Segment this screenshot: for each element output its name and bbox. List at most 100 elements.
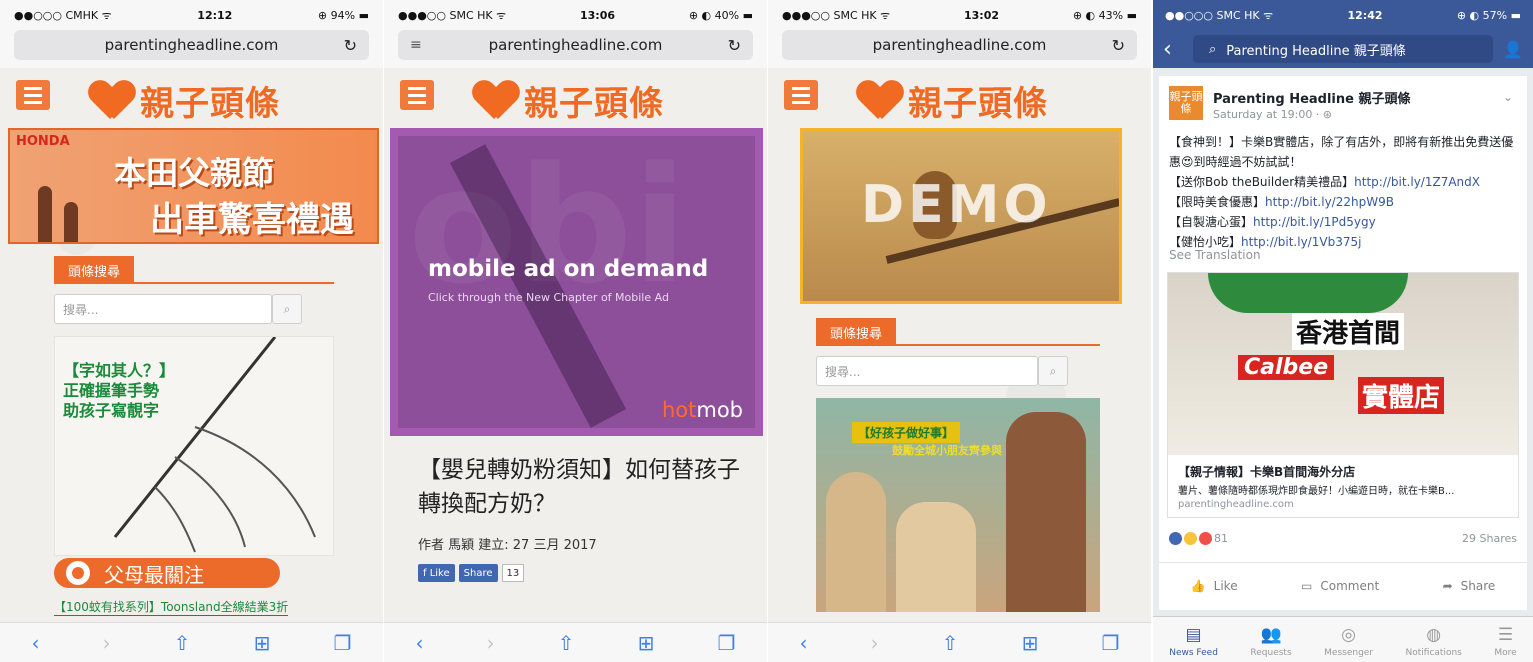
search-button[interactable]: ⌕ — [272, 294, 302, 324]
tab-messenger[interactable]: ◎ Messenger — [1324, 625, 1373, 658]
back-arrow-icon[interactable]: ‹ — [1163, 37, 1183, 62]
reload-icon[interactable]: ↻ — [1112, 36, 1125, 55]
carrier-text: ●●●○○ SMC HK ᯤ — [782, 8, 891, 22]
post-link-row: 【自製溏心蛋】http://bit.ly/1Pd5ygy — [1169, 215, 1376, 229]
thumbnail-caption-3: 助孩子寫靚字 — [63, 401, 160, 420]
search-text: Parenting Headline 親子頭條 — [1226, 43, 1406, 59]
facebook-search-field[interactable]: ⌕ Parenting Headline 親子頭條 — [1193, 35, 1494, 63]
comment-action[interactable]: ▭ Comment — [1301, 579, 1379, 593]
facebook-post: 親子頭條 Parenting Headline 親子頭條 Saturday at… — [1159, 76, 1527, 610]
menu-button[interactable] — [16, 80, 50, 110]
status-bar: ●●●○○ SMC HK ᯤ 13:02 ⊕ ◐ 43% ▬ — [768, 0, 1151, 30]
link-description: 薯片、薯條隨時都係現炸即食最好！小編遊日時，就在卡樂B... — [1178, 486, 1455, 497]
heart-icon — [474, 81, 518, 121]
search-input[interactable]: 搜尋... — [54, 294, 272, 324]
reaction-summary[interactable]: 81 — [1169, 532, 1228, 545]
ad-brand: HONDA — [16, 134, 70, 149]
share-count[interactable]: 29 Shares — [1462, 532, 1517, 545]
tabs-icon[interactable]: ❐ — [1101, 631, 1119, 655]
bookmarks-icon[interactable]: ⊞ — [638, 631, 655, 655]
share-action[interactable]: ➦ Share — [1443, 579, 1496, 593]
tabs-icon[interactable]: ❐ — [717, 631, 735, 655]
browser-chrome: ●●○○○ CMHK ᯤ 12:12 ⊕ 94% ▬ parentinghead… — [0, 0, 383, 68]
demo-watermark: DEMO — [861, 175, 1052, 235]
battery-indicator: ⊕ ◐ 57% ▬ — [1456, 8, 1521, 22]
love-reaction-icon — [1199, 532, 1212, 545]
fb-share-button[interactable]: Share — [458, 564, 498, 582]
hotmob-ad-banner[interactable]: obi mobile ad on demand Click through th… — [390, 128, 763, 436]
article-title[interactable]: 【嬰兒轉奶粉須知】如何替孩子轉換配方奶？ — [418, 453, 747, 521]
parents-focus-header[interactable]: 父母最關注 — [54, 558, 280, 588]
friend-requests-icon[interactable]: 👤 — [1503, 40, 1523, 59]
menu-button[interactable] — [400, 80, 434, 110]
address-bar[interactable]: parentingheadline.com ↻ — [782, 30, 1137, 60]
phone-screen-3: ●●●○○ SMC HK ᯤ 13:02 ⊕ ◐ 43% ▬ parenting… — [768, 0, 1151, 662]
post-link[interactable]: http://bit.ly/1Z7AndX — [1354, 175, 1480, 189]
forward-icon[interactable]: › — [487, 631, 495, 655]
article-thumbnail-kids[interactable]: 【好孩子做好事】 鼓勵全城小朋友齊參與 — [816, 398, 1100, 612]
chevron-down-icon[interactable]: ⌄ — [1503, 90, 1513, 104]
see-translation-link[interactable]: See Translation — [1169, 248, 1261, 262]
logo-text: 親子頭條 — [140, 84, 280, 124]
fb-like-button[interactable]: f Like — [418, 564, 455, 582]
globe-icon: ◍ — [1426, 625, 1442, 645]
back-icon[interactable]: ‹ — [800, 631, 808, 655]
post-link[interactable]: http://bit.ly/22hpW9B — [1265, 195, 1394, 209]
honda-ad-banner[interactable]: HONDA 本田父親節 出車驚喜禮遇 — [8, 128, 379, 244]
ad-headline-1: 本田父親節 — [114, 154, 275, 192]
share-icon[interactable]: ⇧ — [174, 631, 191, 655]
eye-icon — [66, 561, 90, 585]
link-title: 【親子情報】卡樂B首間海外分店 — [1178, 465, 1356, 479]
back-icon[interactable]: ‹ — [416, 631, 424, 655]
facebook-icon: f — [423, 567, 430, 579]
site-logo[interactable]: 親子頭條 — [90, 76, 280, 125]
tab-news-feed[interactable]: ▤ News Feed — [1169, 625, 1218, 658]
reader-icon[interactable]: ≡ — [410, 37, 422, 53]
post-link[interactable]: http://bit.ly/1Pd5ygy — [1253, 215, 1376, 229]
section-divider — [816, 344, 1100, 346]
article-thumbnail-handwriting[interactable]: 【字如其人？】 正確握筆手勢 助孩子寫靚字 — [54, 336, 334, 556]
reload-icon[interactable]: ↻ — [344, 36, 357, 55]
forward-icon[interactable]: › — [103, 631, 111, 655]
bookmarks-icon[interactable]: ⊞ — [1022, 631, 1039, 655]
more-icon: ☰ — [1497, 625, 1514, 645]
menu-button[interactable] — [784, 80, 818, 110]
phone-screen-4-facebook: ●●○○○ SMC HK ᯤ 12:42 ⊕ ◐ 57% ▬ ‹ ⌕ Paren… — [1153, 0, 1533, 662]
address-bar[interactable]: ≡ parentingheadline.com ↻ — [398, 30, 753, 60]
bookmarks-icon[interactable]: ⊞ — [254, 631, 271, 655]
post-link[interactable]: http://bit.ly/1Vb375j — [1241, 235, 1361, 249]
back-icon[interactable]: ‹ — [32, 631, 40, 655]
share-arrow-icon: ➦ — [1442, 578, 1453, 593]
store-arch-graphic — [1208, 273, 1408, 313]
page-name[interactable]: Parenting Headline 親子頭條 — [1213, 88, 1410, 107]
forward-icon[interactable]: › — [871, 631, 879, 655]
site-logo[interactable]: 親子頭條 — [858, 76, 1048, 125]
search-input[interactable]: 搜尋... — [816, 356, 1038, 386]
link-preview-image: 香港首間 Calbee 實體店 — [1168, 273, 1518, 455]
post-body: 【食神到！】卡樂B實體店，除了有店外，即將有新推出免費送優惠😍到時經過不妨試試！… — [1169, 132, 1519, 252]
article-link[interactable]: 【100蚊有找系列】Toonsland全線結業3折 — [54, 598, 289, 616]
ad-brand-logo: hotmob — [661, 398, 743, 422]
carrier-text: ●●○○○ SMC HK ᯤ — [1165, 8, 1274, 22]
tab-more[interactable]: ☰ More — [1494, 625, 1516, 658]
share-icon[interactable]: ⇧ — [942, 631, 959, 655]
ad-headline-2: 出車驚喜禮遇 — [150, 200, 354, 240]
reload-icon[interactable]: ↻ — [728, 36, 741, 55]
clock: 12:12 — [197, 8, 233, 22]
site-logo[interactable]: 親子頭條 — [474, 76, 664, 125]
search-button[interactable]: ⌕ — [1038, 356, 1068, 386]
tab-requests[interactable]: 👥 Requests — [1250, 625, 1291, 658]
pill-label: 父母最關注 — [104, 562, 204, 587]
share-icon[interactable]: ⇧ — [558, 631, 575, 655]
address-bar[interactable]: parentingheadline.com ↻ — [14, 30, 369, 60]
tabs-icon[interactable]: ❐ — [333, 631, 351, 655]
post-link-row: 【限時美食優惠】http://bit.ly/22hpW9B — [1169, 195, 1394, 209]
like-action[interactable]: 👍 Like — [1191, 579, 1238, 593]
video-ad-demo[interactable]: DEMO — [800, 128, 1122, 304]
tab-notifications[interactable]: ◍ Notifications — [1406, 625, 1462, 658]
social-buttons: f Like Share 13 — [418, 564, 525, 582]
link-preview-card[interactable]: 香港首間 Calbee 實體店 【親子情報】卡樂B首間海外分店 薯片、薯條隨時都… — [1167, 272, 1519, 518]
safari-toolbar: ‹ › ⇧ ⊞ ❐ — [768, 622, 1151, 662]
page-avatar[interactable]: 親子頭條 — [1169, 86, 1203, 120]
image-text-calbee: Calbee — [1238, 355, 1335, 380]
